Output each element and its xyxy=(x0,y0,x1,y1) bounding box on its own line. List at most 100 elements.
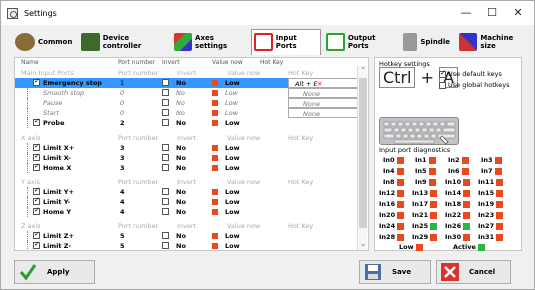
diag-label: In9 xyxy=(415,178,427,186)
diag-led xyxy=(461,156,469,164)
table-row[interactable]: Limit X+ 3 No Low xyxy=(15,142,360,153)
scroll-up-arrow-icon[interactable]: ⌃ xyxy=(358,66,368,76)
table-row[interactable]: Limit Y- 4 No Low xyxy=(15,196,360,207)
invert-checkbox[interactable] xyxy=(162,242,169,249)
port-number[interactable]: 4 xyxy=(120,208,125,216)
maximize-button[interactable]: ☐ xyxy=(481,5,503,21)
port-number[interactable]: 0 xyxy=(120,99,124,107)
diag-in31: In31 xyxy=(478,233,504,241)
table-row[interactable]: Emergency stop 1 No Low Alt + E✕ xyxy=(15,77,360,88)
use-global-hotkeys-option[interactable]: Use global hotkeys xyxy=(439,81,510,89)
cancel-button[interactable]: Cancel xyxy=(436,260,511,284)
tab-machine-size[interactable]: Machine size xyxy=(457,30,531,54)
port-number[interactable]: 2 xyxy=(120,119,125,127)
enable-checkbox[interactable] xyxy=(33,186,40,195)
save-button[interactable]: Save xyxy=(359,260,431,284)
table-row[interactable]: Pause 0 No Low None xyxy=(15,98,360,108)
group-col-invert: Invert xyxy=(177,134,197,142)
apply-button[interactable]: Apply xyxy=(14,260,95,284)
tab-label: Device controller xyxy=(102,33,142,50)
header-value-now: Value now xyxy=(212,59,243,66)
table-row[interactable]: Probe 2 No Low xyxy=(15,117,360,128)
invert-checkbox[interactable] xyxy=(162,164,169,171)
port-number[interactable]: 3 xyxy=(120,164,125,172)
led-indicator xyxy=(212,90,218,96)
table-row[interactable]: Start 0 No Low None xyxy=(15,108,360,118)
table-row[interactable]: Smooth stop 0 No Low None xyxy=(15,88,360,98)
invert-checkbox[interactable] xyxy=(162,89,169,96)
close-button[interactable]: ✕ xyxy=(507,5,529,21)
hotkey-field[interactable]: None xyxy=(288,108,360,118)
port-number[interactable]: 5 xyxy=(120,232,125,240)
use-default-keys-option[interactable]: Use default keys xyxy=(439,69,502,78)
invert-value: No xyxy=(176,154,186,162)
tab-common[interactable]: Common xyxy=(13,30,76,54)
hotkey-field[interactable]: None xyxy=(288,88,360,98)
invert-checkbox[interactable] xyxy=(162,109,169,116)
tab-input-ports[interactable]: Input Ports xyxy=(251,28,322,55)
invert-checkbox[interactable] xyxy=(162,79,169,86)
enable-checkbox[interactable] xyxy=(33,117,40,126)
minimize-button[interactable]: — xyxy=(455,5,477,21)
diag-in28: In28 xyxy=(379,233,405,241)
invert-checkbox[interactable] xyxy=(162,99,169,106)
enable-checkbox[interactable] xyxy=(33,230,40,239)
right-panel: Hotkey settings Ctrl + A Use default key… xyxy=(374,57,522,251)
port-number[interactable]: 4 xyxy=(120,198,125,206)
invert-checkbox[interactable] xyxy=(162,144,169,151)
invert-checkbox[interactable] xyxy=(162,198,169,205)
scrollbar-thumb[interactable] xyxy=(359,78,367,228)
scroll-down-arrow-icon[interactable]: ⌄ xyxy=(358,240,368,250)
tab-label: Machine size xyxy=(480,33,514,50)
port-number[interactable]: 5 xyxy=(120,242,125,250)
table-row[interactable]: Limit Z- 5 No Low xyxy=(15,240,360,250)
hotkey-clear-icon[interactable]: ✕ xyxy=(317,80,322,88)
diag-in22: In22 xyxy=(445,211,471,219)
tab-axes-settings[interactable]: Axes settings xyxy=(172,30,248,54)
table-row[interactable]: Home Y 4 No Low xyxy=(15,206,360,217)
use-default-keys-checkbox[interactable] xyxy=(439,69,446,78)
keyboard-icon xyxy=(379,117,459,145)
grid-scrollbar[interactable]: ⌃ ⌄ xyxy=(357,66,367,250)
enable-checkbox[interactable] xyxy=(33,142,40,151)
diag-label: In10 xyxy=(445,178,462,186)
invert-value: No xyxy=(176,144,186,152)
table-row[interactable]: Limit X- 3 No Low xyxy=(15,152,360,163)
port-number[interactable]: 0 xyxy=(120,109,124,117)
use-global-hotkeys-checkbox[interactable] xyxy=(439,81,446,89)
port-number[interactable]: 0 xyxy=(120,89,124,97)
table-row[interactable]: Home X 3 No Low xyxy=(15,162,360,173)
tab-output-ports[interactable]: Output Ports xyxy=(324,30,398,54)
invert-checkbox[interactable] xyxy=(162,208,169,215)
tree-line xyxy=(27,143,28,153)
invert-checkbox[interactable] xyxy=(162,232,169,239)
value-now: Low xyxy=(225,164,240,172)
invert-checkbox[interactable] xyxy=(162,154,169,161)
enable-checkbox[interactable] xyxy=(33,77,40,86)
invert-checkbox[interactable] xyxy=(162,188,169,195)
enable-checkbox[interactable] xyxy=(33,162,40,171)
hotkey-field[interactable]: None xyxy=(288,98,360,108)
port-number[interactable]: 4 xyxy=(120,188,125,196)
enable-checkbox[interactable] xyxy=(33,152,40,161)
table-row[interactable]: Limit Y+ 4 No Low xyxy=(15,186,360,197)
hotkey-field[interactable]: Alt + E ✕ xyxy=(288,78,360,88)
table-row[interactable]: Limit Z+ 5 No Low xyxy=(15,230,360,241)
value-now: Low xyxy=(225,188,240,196)
invert-checkbox[interactable] xyxy=(162,119,169,126)
tab-spindle[interactable]: Spindle xyxy=(401,30,454,54)
port-number[interactable]: 3 xyxy=(120,154,125,162)
port-number[interactable]: 3 xyxy=(120,144,125,152)
enable-checkbox[interactable] xyxy=(33,196,40,205)
enable-checkbox[interactable] xyxy=(33,206,40,215)
tree-line xyxy=(27,207,28,217)
input-arrow-icon xyxy=(254,33,273,51)
diag-in21: In21 xyxy=(412,211,438,219)
diag-label: In19 xyxy=(478,200,495,208)
port-number[interactable]: 1 xyxy=(120,79,124,87)
enable-checkbox[interactable] xyxy=(33,240,40,249)
floppy-disk-icon xyxy=(364,263,382,281)
diag-label: In7 xyxy=(481,167,493,175)
port-name: Pause xyxy=(43,99,63,107)
tab-device-controller[interactable]: Device controller xyxy=(79,30,168,54)
